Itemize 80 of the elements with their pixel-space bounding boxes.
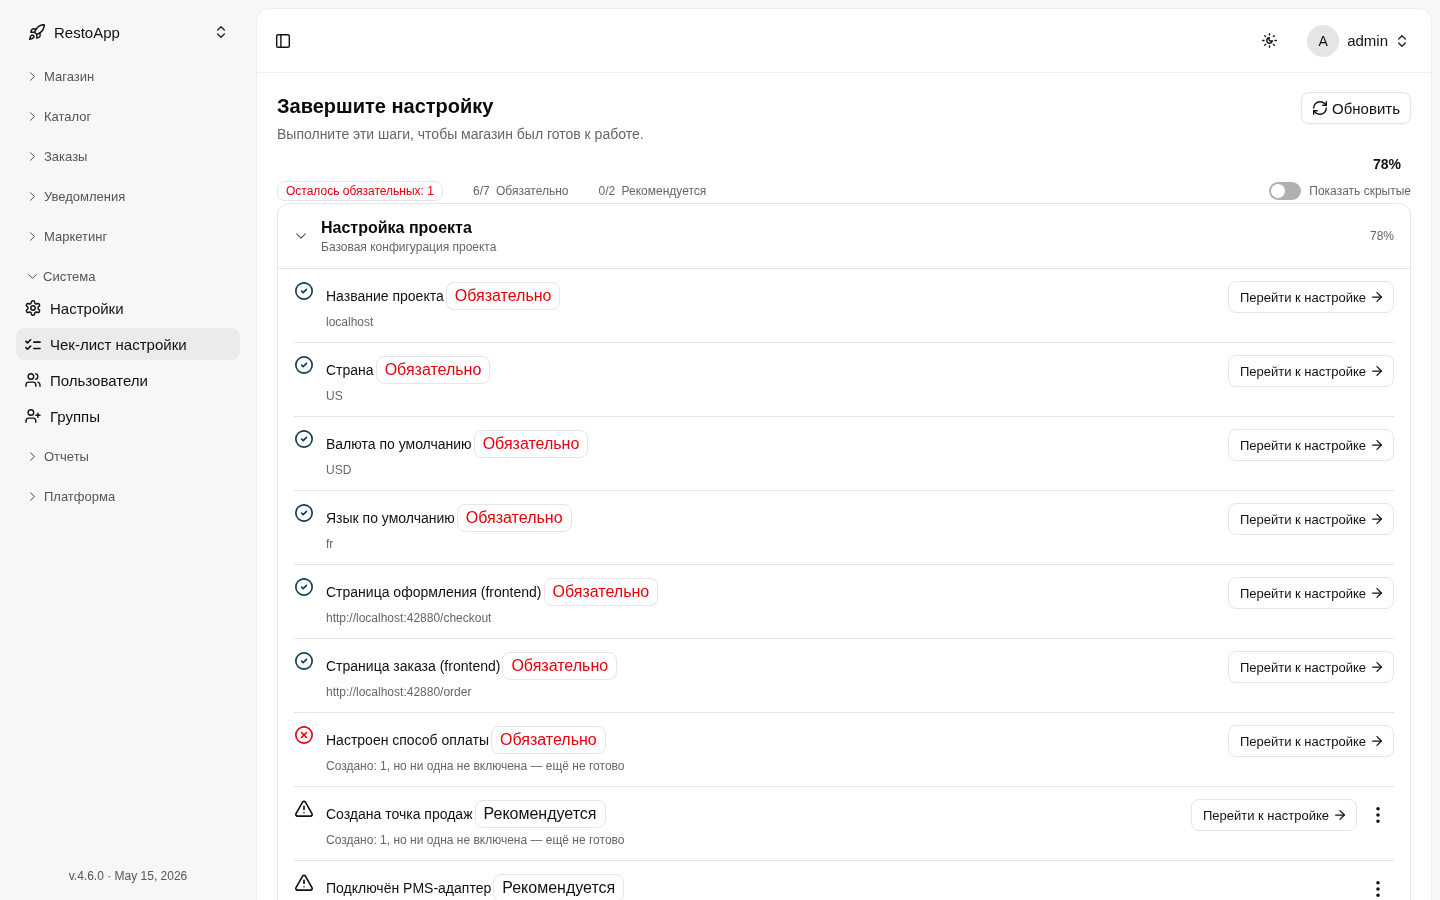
page-subtitle: Выполните эти шаги, чтобы магазин был готов к работе. xyxy=(277,125,644,144)
arrow-right-icon xyxy=(1372,662,1382,672)
arrow-right-icon xyxy=(1372,514,1382,524)
section-percent: 78% xyxy=(1369,229,1394,243)
chevrons-up-down-icon xyxy=(217,26,225,38)
go-to-setting-button[interactable]: Перейти к настройке xyxy=(1227,429,1394,461)
users-icon xyxy=(25,373,41,387)
priority-badge: Обязательно xyxy=(491,726,606,754)
item-title: Создана точка продаж xyxy=(326,806,473,822)
item-title: Настроен способ оплаты xyxy=(326,732,489,748)
arrow-right-icon xyxy=(1372,292,1382,302)
refresh-icon xyxy=(1313,101,1328,115)
user-plus-icon xyxy=(25,409,41,423)
item-detail: US xyxy=(326,388,344,404)
sun-moon-icon[interactable] xyxy=(1262,33,1278,48)
arrow-right-icon xyxy=(1372,736,1382,746)
go-to-setting-button[interactable]: Перейти к настройке xyxy=(1227,503,1394,535)
remaining-required-badge: Осталось обязательных: 1 xyxy=(277,181,443,201)
brand-switcher[interactable]: RestoApp xyxy=(16,8,240,56)
sidebar-item[interactable]: Группы xyxy=(16,400,240,432)
arrow-right-icon xyxy=(1372,588,1382,598)
sidebar-toggle-icon[interactable] xyxy=(276,33,290,48)
priority-badge: Обязательно xyxy=(456,504,572,532)
sidebar-group[interactable]: Маркетинг xyxy=(16,216,240,256)
item-detail: localhost xyxy=(326,314,375,330)
item-detail: fr xyxy=(326,536,335,552)
arrow-right-icon xyxy=(1335,810,1345,820)
show-hidden-toggle[interactable] xyxy=(1269,182,1302,200)
go-to-setting-button[interactable]: Перейти к настройке xyxy=(1227,355,1394,387)
item-detail: Создано: 1, но ни одна не включена — ещё не готово xyxy=(326,832,626,848)
item-title: Страница заказа (frontend) xyxy=(326,658,501,674)
item-detail: http://localhost:42880/checkout xyxy=(326,610,493,626)
item-title: Название проекта xyxy=(326,288,444,304)
item-title: Язык по умолчанию xyxy=(326,510,455,526)
priority-badge: Рекомендуется xyxy=(474,800,606,828)
go-to-setting-button[interactable]: Перейти к настройке xyxy=(1190,799,1357,831)
sidebar-item[interactable]: Пользователи xyxy=(16,364,240,396)
priority-badge: Обязательно xyxy=(543,578,659,606)
more-icon[interactable] xyxy=(1376,807,1380,823)
sidebar-group[interactable]: Платформа xyxy=(16,476,240,516)
item-title: Валюта по умолчанию xyxy=(326,436,472,452)
priority-badge: Обязательно xyxy=(445,282,561,310)
user-avatar[interactable]: A xyxy=(1307,24,1340,57)
section-title: Настройка проекта xyxy=(321,218,473,238)
rocket-icon xyxy=(29,24,45,40)
checklist-icon xyxy=(25,338,41,350)
stat-text: 0/2 Рекомендуется xyxy=(598,184,707,198)
item-title: Страна xyxy=(326,362,374,378)
item-title: Страница оформления (frontend) xyxy=(326,584,542,600)
item-detail: USD xyxy=(326,462,353,478)
user-name[interactable]: admin xyxy=(1347,32,1388,49)
go-to-setting-button[interactable]: Перейти к настройке xyxy=(1227,725,1394,757)
item-detail: Создано: 1, но ни одна не включена — ещё не готово xyxy=(326,758,626,774)
gear-icon xyxy=(25,300,41,316)
sidebar-group[interactable]: Магазин xyxy=(16,56,240,96)
priority-badge: Обязательно xyxy=(375,356,491,384)
go-to-setting-button[interactable]: Перейти к настройке xyxy=(1227,651,1394,683)
page-title: Завершите настройку xyxy=(277,94,495,119)
progress-percent: 78% xyxy=(1372,155,1401,174)
sidebar-group[interactable]: Заказы xyxy=(16,136,240,176)
go-to-setting-button[interactable]: Перейти к настройке xyxy=(1227,281,1394,313)
arrow-right-icon xyxy=(1372,440,1382,450)
more-icon[interactable] xyxy=(1376,881,1380,897)
priority-badge: Обязательно xyxy=(473,430,589,458)
version-text: v.4.6.0 · May 15, 2026 xyxy=(67,869,189,885)
toggle-label: Показать скрытые xyxy=(1309,184,1411,198)
priority-badge: Обязательно xyxy=(502,652,618,680)
section-subtitle: Базовая конфигурация проекта xyxy=(321,239,498,255)
go-to-setting-button[interactable]: Перейти к настройке xyxy=(1227,577,1394,609)
sidebar-group[interactable]: Уведомления xyxy=(16,176,240,216)
chevron-down-icon[interactable] xyxy=(296,233,306,239)
chevrons-up-down-icon[interactable] xyxy=(1398,34,1406,47)
sidebar-item[interactable]: Чек-лист настройки xyxy=(16,328,240,360)
arrow-right-icon xyxy=(1372,366,1382,376)
item-title: Подключён PMS-адаптер xyxy=(326,880,492,896)
stat-text: 6/7 Обязательно xyxy=(472,184,569,198)
refresh-button[interactable]: Обновить xyxy=(1301,92,1411,124)
sidebar-group[interactable]: Отчеты xyxy=(16,436,240,476)
sidebar-group[interactable]: Каталог xyxy=(16,96,240,136)
item-detail: http://localhost:42880/order xyxy=(326,684,473,700)
